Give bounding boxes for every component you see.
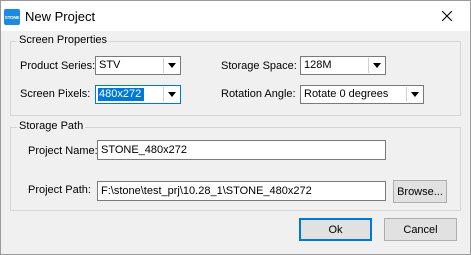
new-project-dialog: STONE New Project Screen Properties Prod… xyxy=(0,0,471,255)
storage-space-value: 128M xyxy=(304,59,332,71)
chevron-down-icon[interactable] xyxy=(368,58,384,73)
cancel-button[interactable]: Cancel xyxy=(384,218,457,241)
project-path-label: Project Path: xyxy=(28,184,91,196)
title-bar[interactable]: STONE New Project xyxy=(1,1,470,31)
screen-properties-label: Screen Properties xyxy=(17,34,110,46)
close-icon xyxy=(442,11,452,21)
close-button[interactable] xyxy=(424,1,470,31)
storage-space-label: Storage Space: xyxy=(221,60,297,72)
ok-button[interactable]: Ok xyxy=(299,218,372,241)
screen-pixels-label: Screen Pixels: xyxy=(20,88,91,100)
app-logo-text: STONE xyxy=(4,14,20,20)
chevron-down-icon[interactable] xyxy=(406,87,422,102)
rotation-angle-select[interactable]: Rotate 0 degrees xyxy=(300,85,424,104)
window-title: New Project xyxy=(25,9,96,24)
storage-path-label: Storage Path xyxy=(17,120,86,132)
screen-pixels-value: 480x272 xyxy=(98,88,145,101)
project-name-field[interactable]: STONE_480x272 xyxy=(97,140,386,160)
chevron-down-icon[interactable] xyxy=(163,58,179,73)
app-logo-icon: STONE xyxy=(4,9,20,25)
rotation-angle-label: Rotation Angle: xyxy=(221,88,296,100)
storage-space-select[interactable]: 128M xyxy=(300,56,386,75)
screen-pixels-select[interactable]: 480x272 xyxy=(95,85,181,104)
chevron-down-icon[interactable] xyxy=(163,87,179,102)
product-series-label: Product Series: xyxy=(20,60,96,72)
browse-button[interactable]: Browse... xyxy=(393,180,447,203)
project-name-label: Project Name: xyxy=(28,145,98,157)
rotation-angle-value: Rotate 0 degrees xyxy=(304,88,389,100)
product-series-select[interactable]: STV xyxy=(95,56,181,75)
project-path-field[interactable]: F:\stone\test_prj\10.28_1\STONE_480x272 xyxy=(97,181,386,201)
screen-properties-group: Screen Properties xyxy=(10,34,461,116)
product-series-value: STV xyxy=(99,59,121,71)
